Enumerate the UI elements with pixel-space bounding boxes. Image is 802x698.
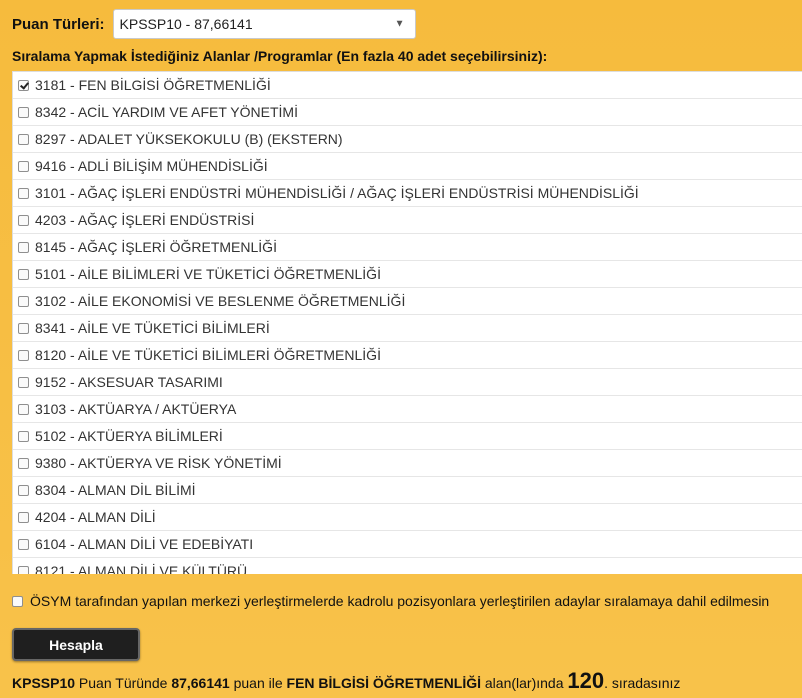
program-label: 9380 - AKTÜERYA VE RİSK YÖNETİMİ <box>35 455 282 471</box>
program-label: 3101 - AĞAÇ İŞLERİ ENDÜSTRİ MÜHENDİSLİĞİ… <box>35 185 639 201</box>
score-type-select[interactable]: KPSSP10 - 87,66141 ▼ <box>112 9 416 39</box>
program-label: 8304 - ALMAN DİL BİLİMİ <box>35 482 196 498</box>
score-type-label: Puan Türleri: <box>12 15 105 33</box>
program-checkbox[interactable] <box>18 106 29 118</box>
list-item[interactable]: 3103 - AKTÜARYA / AKTÜERYA <box>13 396 802 423</box>
list-item[interactable]: 8120 - AİLE VE TÜKETİCİ BİLİMLERİ ÖĞRETM… <box>13 342 802 369</box>
list-item[interactable]: 8341 - AİLE VE TÜKETİCİ BİLİMLERİ <box>13 315 802 342</box>
program-checkbox[interactable] <box>18 457 29 469</box>
result-text-1: Puan Türünde <box>75 675 172 691</box>
calculate-button[interactable]: Hesapla <box>12 628 140 661</box>
program-label: 8121 - ALMAN DİLİ VE KÜLTÜRÜ <box>35 563 248 574</box>
program-checkbox[interactable] <box>18 133 29 145</box>
program-checkbox[interactable] <box>18 268 29 280</box>
program-list-heading: Sıralama Yapmak İstediğiniz Alanlar /Pro… <box>12 48 548 64</box>
result-text-2: puan ile <box>229 675 287 691</box>
program-checkbox[interactable] <box>18 403 29 415</box>
program-checkbox[interactable] <box>18 511 29 523</box>
program-label: 5102 - AKTÜERYA BİLİMLERİ <box>35 428 223 444</box>
program-list[interactable]: 3181 - FEN BİLGİSİ ÖĞRETMENLİĞİ 8342 - AC… <box>12 71 802 574</box>
exclude-label: ÖSYM tarafından yapılan merkezi yerleşti… <box>30 593 770 609</box>
result-score: 87,66141 <box>171 675 230 691</box>
program-checkbox[interactable] <box>18 349 29 361</box>
list-item[interactable]: 6104 - ALMAN DİLİ VE EDEBİYATI <box>13 531 802 558</box>
program-label: 9416 - ADLİ BİLİŞİM MÜHENDİSLİĞİ <box>35 158 268 174</box>
list-item[interactable]: 4204 - ALMAN DİLİ <box>13 504 802 531</box>
program-label: 8297 - ADALET YÜKSEKOKULU (B) (EKSTERN) <box>35 131 343 147</box>
list-item[interactable]: 8297 - ADALET YÜKSEKOKULU (B) (EKSTERN) <box>13 126 802 153</box>
list-item[interactable]: 8145 - AĞAÇ İŞLERİ ÖĞRETMENLİĞİ <box>13 234 802 261</box>
list-item[interactable]: 5102 - AKTÜERYA BİLİMLERİ <box>13 423 802 450</box>
program-checkbox[interactable] <box>18 79 29 91</box>
exclude-option[interactable]: ÖSYM tarafından yapılan merkezi yerleşti… <box>12 593 769 609</box>
list-item[interactable]: 8342 - ACİL YARDIM VE AFET YÖNETİMİ <box>13 99 802 126</box>
score-type-selected-value: KPSSP10 - 87,66141 <box>119 16 253 32</box>
list-item[interactable]: 3101 - AĞAÇ İŞLERİ ENDÜSTRİ MÜHENDİSLİĞİ… <box>13 180 802 207</box>
program-label: 8341 - AİLE VE TÜKETİCİ BİLİMLERİ <box>35 320 270 336</box>
program-checkbox[interactable] <box>18 187 29 199</box>
program-checkbox[interactable] <box>18 295 29 307</box>
result-program: FEN BİLGİSİ ÖĞRETMENLİĞİ <box>286 675 481 691</box>
list-item[interactable]: 4203 - AĞAÇ İŞLERİ ENDÜSTRİSİ <box>13 207 802 234</box>
result-rank: 120 <box>567 668 605 693</box>
program-checkbox[interactable] <box>18 160 29 172</box>
result-text-4: . sıradasınız <box>604 675 681 691</box>
program-label: 4203 - AĞAÇ İŞLERİ ENDÜSTRİSİ <box>35 212 255 228</box>
list-item[interactable]: 3181 - FEN BİLGİSİ ÖĞRETMENLİĞİ <box>13 72 802 99</box>
program-label: 9152 - AKSESUAR TASARIMI <box>35 374 223 390</box>
program-checkbox[interactable] <box>18 241 29 253</box>
result-text: KPSSP10 Puan Türünde 87,66141 puan ile F… <box>12 668 680 694</box>
program-checkbox[interactable] <box>18 214 29 226</box>
result-text-3: alan(lar)ında <box>481 675 568 691</box>
chevron-down-icon: ▼ <box>394 18 405 30</box>
list-item[interactable]: 9416 - ADLİ BİLİŞİM MÜHENDİSLİĞİ <box>13 153 802 180</box>
program-label: 8145 - AĞAÇ İŞLERİ ÖĞRETMENLİĞİ <box>35 239 277 255</box>
program-checkbox[interactable] <box>18 538 29 550</box>
program-checkbox[interactable] <box>18 430 29 442</box>
program-label: 4204 - ALMAN DİLİ <box>35 509 156 525</box>
list-item[interactable]: 8304 - ALMAN DİL BİLİMİ <box>13 477 802 504</box>
program-label: 6104 - ALMAN DİLİ VE EDEBİYATI <box>35 536 254 552</box>
program-checkbox[interactable] <box>18 484 29 496</box>
exclude-checkbox[interactable] <box>12 595 23 607</box>
program-label: 3181 - FEN BİLGİSİ ÖĞRETMENLİĞİ <box>35 77 271 93</box>
program-checkbox[interactable] <box>18 565 29 574</box>
program-label: 8342 - ACİL YARDIM VE AFET YÖNETİMİ <box>35 104 298 120</box>
program-checkbox[interactable] <box>18 376 29 388</box>
program-label: 3103 - AKTÜARYA / AKTÜERYA <box>35 401 237 417</box>
result-score-type: KPSSP10 <box>12 675 76 691</box>
program-label: 3102 - AİLE EKONOMİSİ VE BESLENME ÖĞRETM… <box>35 293 406 309</box>
score-type-row: Puan Türleri: KPSSP10 - 87,66141 ▼ <box>12 8 416 40</box>
list-item[interactable]: 5101 - AİLE BİLİMLERİ VE TÜKETİCİ ÖĞRETM… <box>13 261 802 288</box>
list-item[interactable]: 8121 - ALMAN DİLİ VE KÜLTÜRÜ <box>13 558 802 574</box>
program-checkbox[interactable] <box>18 322 29 334</box>
program-label: 5101 - AİLE BİLİMLERİ VE TÜKETİCİ ÖĞRETM… <box>35 266 381 282</box>
program-label: 8120 - AİLE VE TÜKETİCİ BİLİMLERİ ÖĞRETM… <box>35 347 381 363</box>
list-item[interactable]: 9380 - AKTÜERYA VE RİSK YÖNETİMİ <box>13 450 802 477</box>
list-item[interactable]: 9152 - AKSESUAR TASARIMI <box>13 369 802 396</box>
list-item[interactable]: 3102 - AİLE EKONOMİSİ VE BESLENME ÖĞRETM… <box>13 288 802 315</box>
